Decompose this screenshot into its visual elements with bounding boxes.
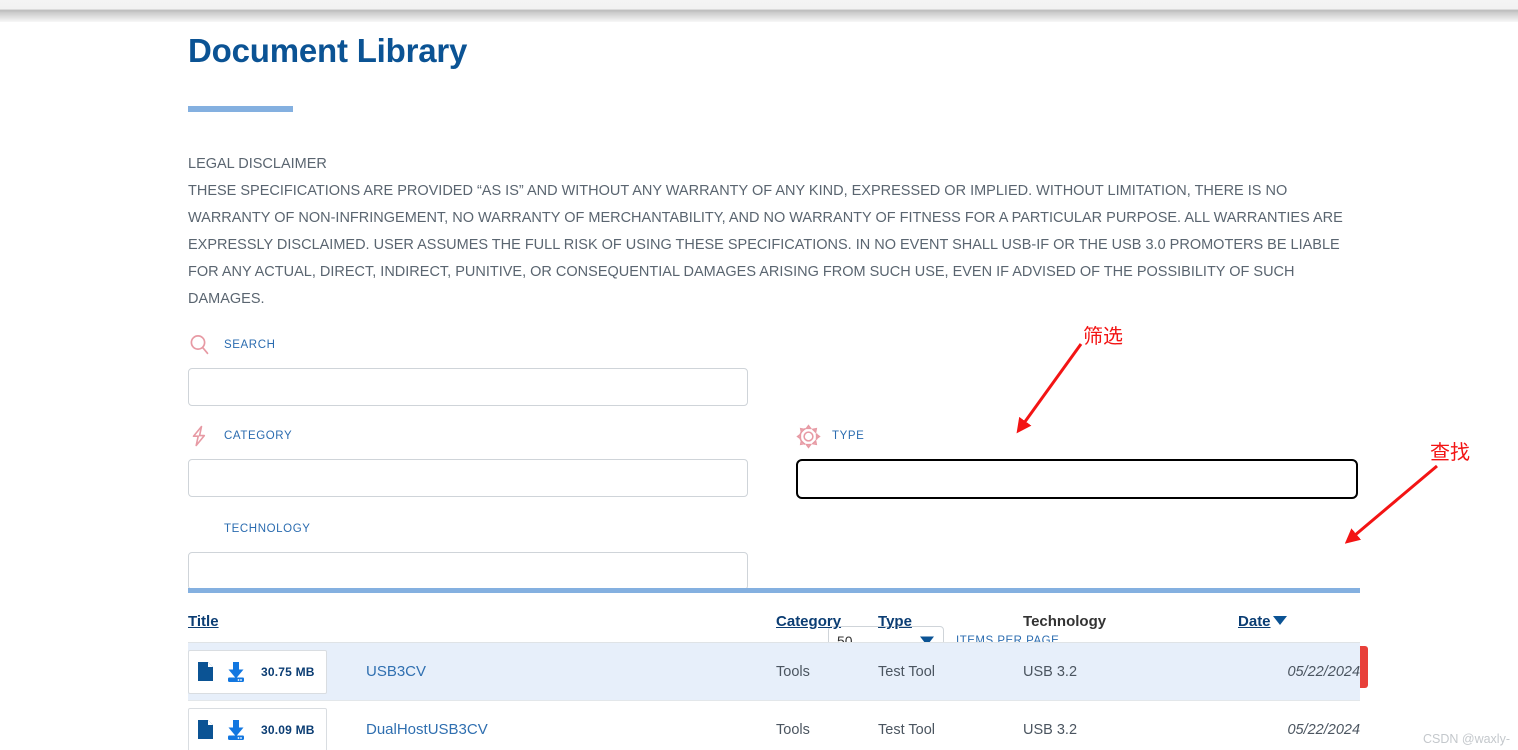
header-date-link[interactable]: Date xyxy=(1238,613,1271,630)
type-field-group: TYPE xyxy=(796,423,1358,499)
disclaimer-heading: LEGAL DISCLAIMER xyxy=(188,156,327,172)
download-button[interactable]: 30.75 MB xyxy=(188,649,327,694)
category-cell: Tools xyxy=(776,700,879,750)
disclaimer-body: THESE SPECIFICATIONS ARE PROVIDED “AS IS… xyxy=(188,183,1343,307)
table-header-row: Title Category Type Technology Date xyxy=(188,605,1361,643)
watermark: CSDN @waxly- xyxy=(1423,732,1510,746)
header-title[interactable]: Title xyxy=(188,605,777,643)
type-cell: Test Tool xyxy=(878,642,1024,701)
header-type-link[interactable]: Type xyxy=(878,613,912,630)
page-content: Document Library LEGAL DISCLAIMER THESE … xyxy=(188,22,1368,688)
lightning-bolt-icon xyxy=(188,424,214,448)
documents-table-body: 30.75 MB USB3CV Tools Test Tool USB 3.2 … xyxy=(188,642,1361,750)
technology-label: TECHNOLOGY xyxy=(224,523,311,535)
file-size: 30.09 MB xyxy=(261,722,315,737)
table-row: 30.75 MB USB3CV Tools Test Tool USB 3.2 … xyxy=(188,642,1361,701)
browser-top-strip xyxy=(0,0,1518,22)
file-icon xyxy=(197,661,214,682)
documents-table-wrap: Title Category Type Technology Date 30.7… xyxy=(188,605,1361,750)
page-title: Document Library xyxy=(188,32,468,69)
gear-icon xyxy=(796,423,822,449)
header-title-link[interactable]: Title xyxy=(188,613,219,630)
title-cell: USB3CV xyxy=(366,642,777,701)
type-cell: Test Tool xyxy=(878,700,1024,750)
download-icon xyxy=(223,719,249,741)
search-input[interactable] xyxy=(188,368,748,406)
technology-field-group: TECHNOLOGY xyxy=(188,517,748,590)
download-icon xyxy=(223,661,249,683)
category-label: CATEGORY xyxy=(224,430,293,442)
search-label: SEARCH xyxy=(224,339,276,351)
type-input[interactable] xyxy=(796,459,1358,499)
filter-form: SEARCH CATEGORY TECHNOLOGY TYPE 50 ITEMS… xyxy=(188,333,1368,688)
date-cell: 05/22/2024 xyxy=(1238,700,1361,750)
search-field-group: SEARCH xyxy=(188,333,748,406)
annotation-label-search: 查找 xyxy=(1430,440,1470,464)
header-category[interactable]: Category xyxy=(776,605,879,643)
document-library-page: Document Library LEGAL DISCLAIMER THESE … xyxy=(0,0,1518,750)
section-divider xyxy=(188,588,1360,593)
document-title-link[interactable]: DualHostUSB3CV xyxy=(366,721,488,738)
title-underline-bar xyxy=(188,106,293,112)
download-cell: 30.75 MB xyxy=(188,642,366,701)
header-category-link[interactable]: Category xyxy=(776,613,841,630)
date-cell: 05/22/2024 xyxy=(1238,642,1361,701)
header-date[interactable]: Date xyxy=(1238,605,1361,643)
header-technology: Technology xyxy=(1023,605,1239,643)
download-button[interactable]: 30.09 MB xyxy=(188,707,327,750)
documents-table: Title Category Type Technology Date 30.7… xyxy=(188,605,1361,750)
download-cell: 30.09 MB xyxy=(188,700,366,750)
technology-cell: USB 3.2 xyxy=(1023,642,1239,701)
sort-descending-icon[interactable] xyxy=(1272,616,1287,625)
header-type[interactable]: Type xyxy=(878,605,1024,643)
technology-cell: USB 3.2 xyxy=(1023,700,1239,750)
technology-input[interactable] xyxy=(188,552,748,590)
category-field-group: CATEGORY xyxy=(188,424,748,497)
category-cell: Tools xyxy=(776,642,879,701)
category-input[interactable] xyxy=(188,459,748,497)
title-cell: DualHostUSB3CV xyxy=(366,700,777,750)
annotation-label-filter: 筛选 xyxy=(1083,324,1123,348)
file-size: 30.75 MB xyxy=(261,664,315,679)
annotation-arrow-search xyxy=(1344,464,1438,544)
type-label: TYPE xyxy=(832,430,865,442)
document-title-link[interactable]: USB3CV xyxy=(366,663,426,680)
file-icon xyxy=(197,719,214,740)
magnifier-icon xyxy=(188,333,214,357)
table-row: 30.09 MB DualHostUSB3CV Tools Test Tool … xyxy=(188,700,1361,750)
header-technology-label: Technology xyxy=(1023,613,1107,630)
legal-disclaimer: LEGAL DISCLAIMER THESE SPECIFICATIONS AR… xyxy=(188,151,1360,313)
